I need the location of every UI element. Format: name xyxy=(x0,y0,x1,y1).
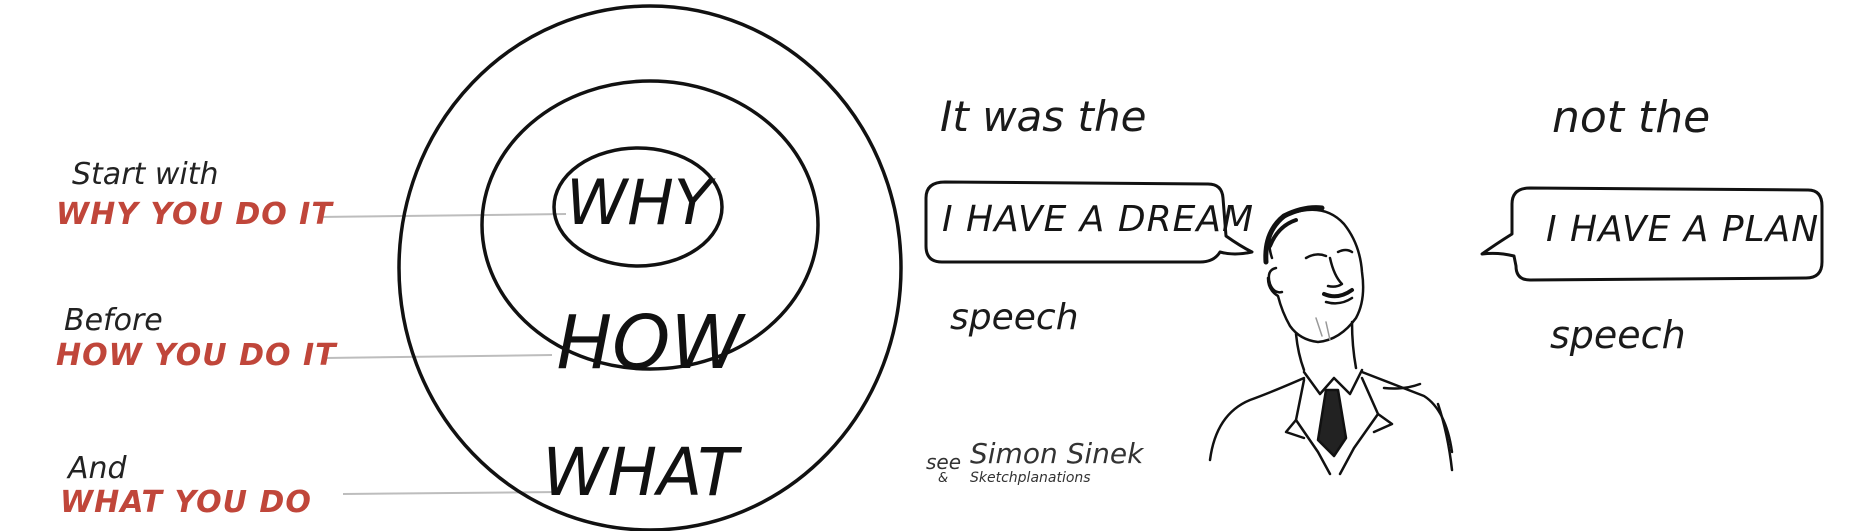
why-leader-line xyxy=(317,213,567,218)
why-red-label: WHY YOU DO IT xyxy=(56,197,333,232)
circle-word-what: WHAT xyxy=(542,434,738,511)
how-red-label: HOW YOU DO IT xyxy=(56,338,337,373)
credit-see: see xyxy=(926,450,962,474)
left-bubble-text: I HAVE A DREAM xyxy=(942,199,1255,240)
circle-word-how: HOW xyxy=(556,300,744,386)
what-leader-line xyxy=(342,491,561,495)
right-intro-text: not the xyxy=(1552,92,1711,143)
what-lead-label: And xyxy=(68,451,127,486)
right-outro-text: speech xyxy=(1550,313,1686,357)
left-intro-text: It was the xyxy=(940,92,1147,141)
what-red-label: WHAT YOU DO xyxy=(60,485,312,520)
circle-word-why: WHY xyxy=(566,166,712,239)
why-lead-label: Start with xyxy=(72,157,219,192)
credit-site: Sketchplanations xyxy=(970,470,1091,486)
how-leader-line xyxy=(324,354,553,359)
credit-name: Simon Sinek xyxy=(970,437,1144,470)
how-lead-label: Before xyxy=(64,303,163,338)
left-outro-text: speech xyxy=(950,297,1079,338)
credit-amp: & xyxy=(938,471,949,486)
right-bubble-text: I HAVE A PLAN xyxy=(1546,209,1820,250)
